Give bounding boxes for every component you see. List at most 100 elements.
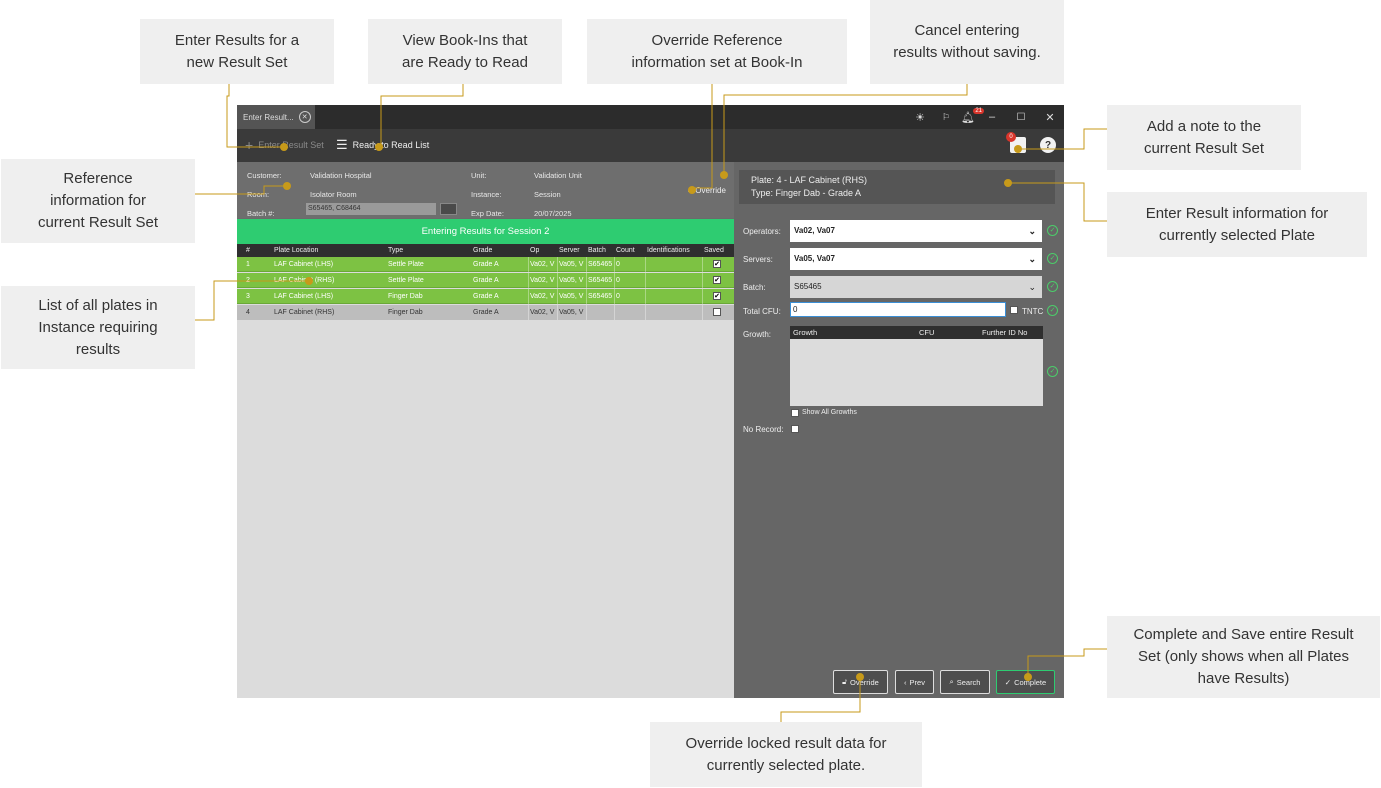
callout-plate-list: List of all plates in Instance requiring… (1, 286, 195, 369)
row-server: Va05, V (559, 293, 584, 300)
row-grade: Grade A (473, 277, 499, 284)
growth-header: Growth CFU Further ID No (790, 326, 1043, 339)
tab-enter-result[interactable]: Enter Result... ✕ (237, 105, 315, 129)
growth-col-header: Growth (793, 328, 818, 337)
total-cfu-label: Total CFU: (743, 307, 781, 316)
app-window: Enter Result... ✕ ☀ ⚐ 🔔︎ 21 – ☐ ✕ + Ente… (237, 105, 1064, 698)
saved-checkbox[interactable]: ✔ (713, 292, 721, 300)
enter-result-set-button[interactable]: + Enter Result Set (245, 137, 324, 153)
result-entry-panel: Plate: 4 - LAF Cabinet (RHS) Type: Finge… (734, 162, 1064, 698)
chevron-left-icon: ‹ (904, 677, 907, 687)
tab-close-icon[interactable]: ✕ (298, 111, 311, 123)
callout-override-reference: Override Reference information set at Bo… (587, 19, 847, 84)
tab-label: Enter Result... (243, 112, 294, 122)
callout-reference-info: Reference information for current Result… (1, 159, 195, 243)
instance-value: Session (534, 190, 561, 199)
row-op: Va02, V (530, 309, 555, 316)
col-header: Saved (704, 247, 724, 254)
col-header: # (246, 247, 250, 254)
row-type: Finger Dab (388, 309, 423, 316)
table-row[interactable]: 4 LAF Cabinet (RHS) Finger Dab Grade A V… (237, 305, 734, 320)
row-batch: S65465 (588, 277, 613, 284)
growth-label: Growth: (743, 330, 772, 339)
room-label: Room: (247, 190, 270, 199)
callout-enter-result-info: Enter Result information for currently s… (1107, 192, 1367, 257)
row-server: Va05, V (559, 277, 584, 284)
unit-label: Unit: (471, 171, 487, 180)
col-header: Grade (473, 247, 493, 254)
batch-select[interactable]: S65465 ⌄ (790, 276, 1042, 298)
close-window-icon[interactable]: ✕ (1037, 105, 1063, 129)
growth-col-header: Further ID No (982, 328, 1028, 337)
row-grade: Grade A (473, 261, 499, 268)
override-button[interactable]: 🔓︎ Override (833, 670, 888, 694)
row-batch: S65465 (588, 293, 613, 300)
check-icon: ✓ (1004, 677, 1012, 687)
room-value: Isolator Room (310, 190, 357, 199)
ready-to-read-button[interactable]: ☰ Ready to Read List (336, 137, 429, 153)
saved-checkbox[interactable]: ✔ (713, 276, 721, 284)
callout-new-result-set: Enter Results for a new Result Set (140, 19, 334, 84)
help-icon[interactable]: ? (1040, 137, 1056, 153)
saved-checkbox[interactable] (713, 308, 721, 316)
check-circle-icon: ✓ (1047, 281, 1058, 292)
servers-select[interactable]: Va05, Va07 ⌄ (790, 248, 1042, 270)
lock-icon: 🔒︎ (688, 185, 693, 194)
plate-info: Plate: 4 - LAF Cabinet (RHS) Type: Finge… (739, 170, 1055, 204)
complete-button[interactable]: ✓ Complete (996, 670, 1055, 694)
table-row[interactable]: 2 LAF Cabinet (RHS) Settle Plate Grade A… (237, 273, 734, 288)
table-header: # Plate Location Type Grade Op Server Ba… (237, 244, 734, 257)
total-cfu-input[interactable]: 0 (790, 302, 1006, 317)
row-num: 3 (246, 293, 250, 300)
col-header: Count (616, 247, 635, 254)
check-circle-icon: ✓ (1047, 305, 1058, 316)
growth-table[interactable]: Growth CFU Further ID No (790, 326, 1043, 406)
lock-icon: 🔓︎ (842, 677, 848, 686)
plus-icon: + (245, 137, 254, 153)
override-reference-button[interactable]: 🔒︎ Override (688, 185, 726, 195)
batch-lookup-button[interactable] (440, 203, 457, 215)
plates-table: # Plate Location Type Grade Op Server Ba… (237, 244, 734, 698)
toolbar: + Enter Result Set ☰ Ready to Read List … (237, 129, 1064, 162)
exp-date-label: Exp Date: (471, 209, 504, 218)
prev-button[interactable]: ‹ Prev (895, 670, 934, 694)
unit-value: Validation Unit (534, 171, 582, 180)
row-batch (588, 305, 615, 320)
tntc-checkbox[interactable] (1010, 306, 1018, 314)
callout-cancel: Cancel entering results without saving. (870, 0, 1064, 84)
instance-label: Instance: (471, 190, 502, 199)
growth-col-header: CFU (919, 328, 935, 337)
chevron-down-icon: ⌄ (1028, 282, 1036, 292)
saved-checkbox[interactable]: ✔ (713, 260, 721, 268)
title-bar: Enter Result... ✕ ☀ ⚐ 🔔︎ 21 – ☐ ✕ (237, 105, 1064, 129)
maximize-icon[interactable]: ☐ (1008, 105, 1034, 129)
customer-value: Validation Hospital (310, 171, 372, 180)
row-count: 0 (616, 293, 620, 300)
batch-label: Batch #: (247, 209, 275, 218)
col-header: Batch (588, 247, 606, 254)
callout-complete-save: Complete and Save entire Result Set (onl… (1107, 616, 1380, 698)
brightness-icon[interactable]: ☀ (907, 105, 933, 129)
chevron-down-icon: ⌄ (1028, 226, 1036, 236)
no-record-label: No Record: (743, 425, 784, 434)
show-all-growths-checkbox[interactable] (791, 409, 799, 417)
search-button[interactable]: ⌕ Search (940, 670, 990, 694)
row-op: Va02, V (530, 277, 555, 284)
col-header: Server (559, 247, 580, 254)
row-op: Va02, V (530, 261, 555, 268)
table-row[interactable]: 1 LAF Cabinet (LHS) Settle Plate Grade A… (237, 257, 734, 272)
operators-label: Operators: (743, 227, 781, 236)
operators-select[interactable]: Va02, Va07 ⌄ (790, 220, 1042, 242)
batch-field[interactable]: S65465, C68464 (306, 203, 436, 215)
row-location: LAF Cabinet (RHS) (274, 277, 335, 284)
list-icon: ☰ (336, 137, 348, 152)
row-type: Settle Plate (388, 277, 424, 284)
check-circle-icon: ✓ (1047, 225, 1058, 236)
row-count: 0 (616, 277, 620, 284)
note-count-badge: 0 (1006, 132, 1016, 142)
table-row[interactable]: 3 LAF Cabinet (LHS) Finger Dab Grade A V… (237, 289, 734, 304)
row-location: LAF Cabinet (LHS) (274, 261, 334, 268)
chevron-down-icon: ⌄ (1028, 254, 1036, 264)
minimize-icon[interactable]: – (979, 105, 1005, 129)
no-record-checkbox[interactable] (791, 425, 799, 433)
